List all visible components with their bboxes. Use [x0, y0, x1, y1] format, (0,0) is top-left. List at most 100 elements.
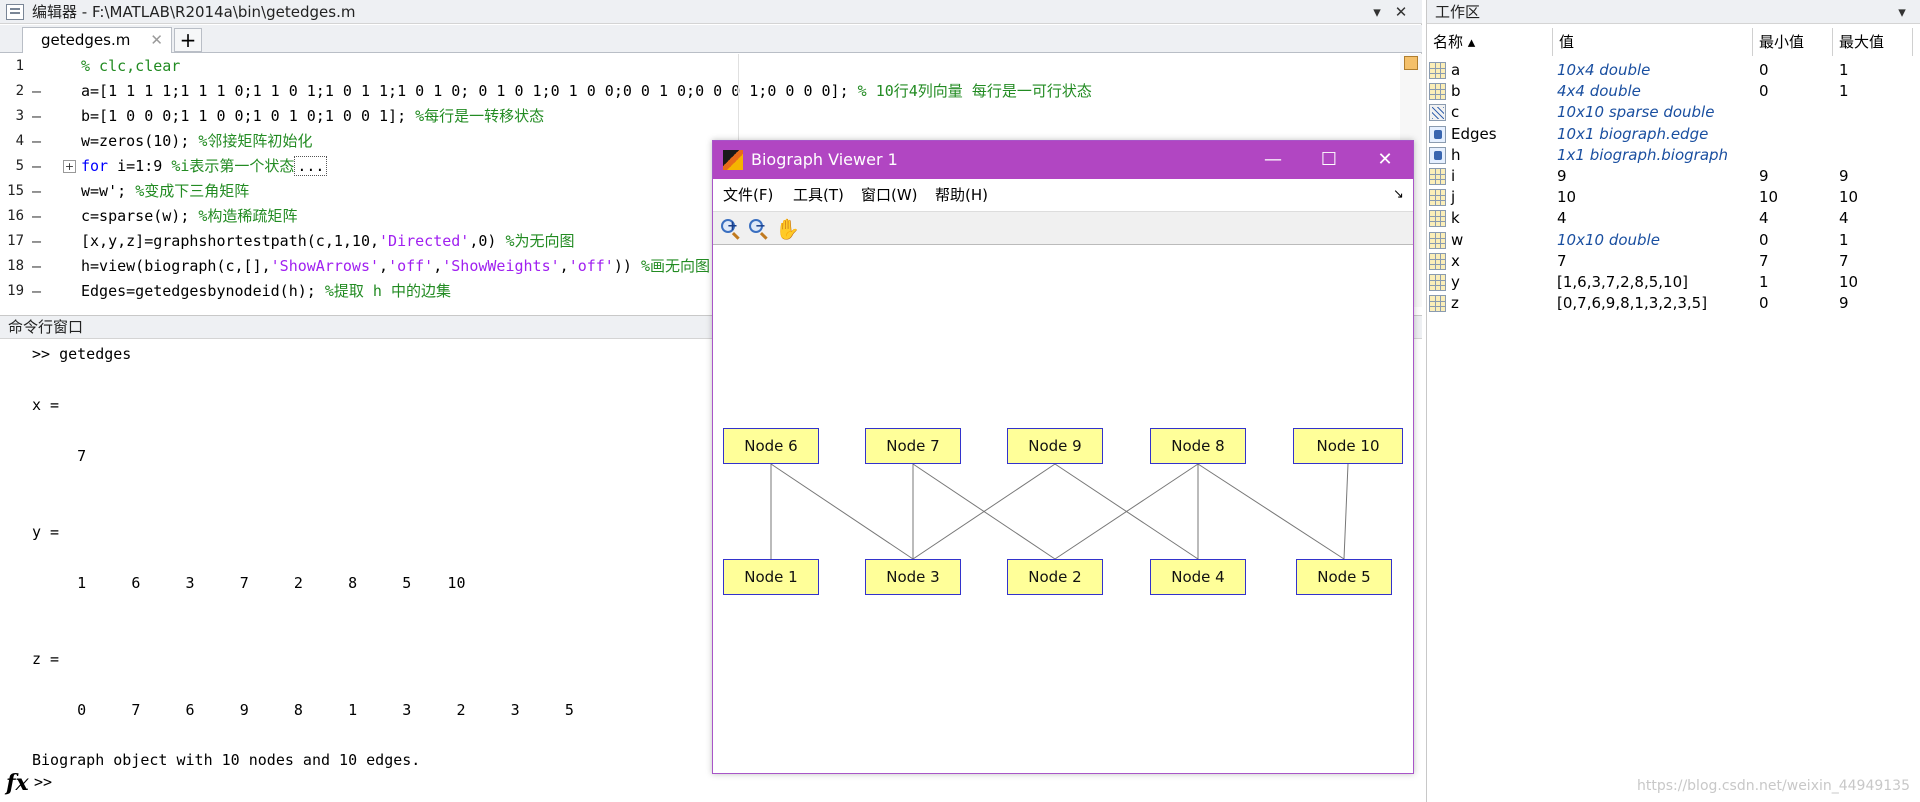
breakpoint-gutter[interactable]: –: [32, 104, 46, 129]
minimize-button[interactable]: —: [1245, 141, 1301, 179]
code-line[interactable]: 2– a=[1 1 1 1;1 1 1 0;1 1 0 1;1 0 1 1;1 0…: [0, 79, 1400, 104]
variable-value: 9: [1557, 167, 1567, 185]
graph-node-8[interactable]: Node 8: [1150, 428, 1246, 464]
variable-name: j: [1451, 188, 1456, 207]
col-header-name[interactable]: 名称 ▴: [1427, 28, 1553, 56]
code-string: 'Directed': [379, 232, 470, 250]
graph-node-3[interactable]: Node 3: [865, 559, 961, 595]
variable-min: 0: [1759, 82, 1769, 101]
tab-close-icon[interactable]: ✕: [150, 28, 163, 52]
workspace-row[interactable]: x 7 7 7: [1427, 251, 1920, 272]
graph-node-7[interactable]: Node 7: [865, 428, 961, 464]
code-comment: %提取 h 中的边集: [324, 282, 451, 300]
breakpoint-gutter[interactable]: –: [32, 204, 46, 229]
fx-icon[interactable]: fx: [6, 770, 29, 796]
breakpoint-gutter[interactable]: –: [32, 229, 46, 254]
workspace-row[interactable]: a 10x4 double 0 1: [1427, 60, 1920, 81]
code-text: h=view(biograph(c,[],'ShowArrows','off',…: [81, 254, 710, 279]
variable-value: 7: [1557, 251, 1567, 270]
workspace-row[interactable]: Edges 10x1 biograph.edge: [1427, 124, 1920, 145]
close-button[interactable]: ✕: [1357, 141, 1413, 179]
code-comment: % clc,clear: [81, 57, 181, 75]
code-token: Edges=getedgesbynodeid(h);: [81, 282, 325, 300]
variable-max: 10: [1839, 188, 1859, 207]
graph-edge-3-6[interactable]: [770, 463, 914, 560]
workspace-row[interactable]: i 9 9 9: [1427, 166, 1920, 187]
menu-help[interactable]: 帮助(H): [935, 179, 988, 211]
graph-node-5[interactable]: Node 5: [1296, 559, 1392, 595]
matrix-variable-icon: [1429, 189, 1446, 207]
breakpoint-gutter[interactable]: –: [32, 79, 46, 104]
breakpoint-gutter[interactable]: –: [32, 129, 46, 154]
biograph-titlebar[interactable]: Biograph Viewer 1 — ☐ ✕: [713, 141, 1413, 179]
zoom-in-icon[interactable]: +: [719, 218, 741, 240]
code-token: c=sparse(w);: [81, 207, 199, 225]
workspace-row[interactable]: c 10x10 sparse double: [1427, 102, 1920, 123]
graph-canvas[interactable]: Node 6 Node 7 Node 9 Node 8 Node 10 Node 1 Nod…: [713, 246, 1413, 773]
variable-min: 4: [1759, 209, 1769, 228]
matrix-variable-icon: [1429, 295, 1446, 313]
workspace-row[interactable]: y [1,6,3,7,2,8,5,10] 1 10: [1427, 272, 1920, 293]
graph-edge-5-10[interactable]: [1343, 463, 1349, 560]
menu-window[interactable]: 窗口(W): [861, 179, 918, 211]
code-token: w=zeros(10);: [81, 132, 199, 150]
code-fold-expand-icon[interactable]: +: [63, 160, 76, 173]
workspace-row[interactable]: b 4x4 double 0 1: [1427, 81, 1920, 102]
graph-node-10[interactable]: Node 10: [1293, 428, 1403, 464]
breakpoint-gutter[interactable]: –: [32, 179, 46, 204]
matrix-variable-icon: [1429, 83, 1446, 101]
graph-node-2[interactable]: Node 2: [1007, 559, 1103, 595]
command-window-title: 命令行窗口: [8, 318, 84, 336]
variable-value: 10x10 double: [1557, 230, 1660, 249]
variable-name: y: [1451, 273, 1460, 291]
variable-max: 1: [1839, 230, 1849, 249]
editor-menu-button[interactable]: ▾: [1368, 3, 1386, 21]
workspace-row[interactable]: j 10 10 10: [1427, 187, 1920, 208]
zoom-out-icon[interactable]: −: [747, 218, 769, 240]
graph-node-1[interactable]: Node 1: [723, 559, 819, 595]
menu-file[interactable]: 文件(F): [723, 179, 773, 211]
pan-hand-icon[interactable]: ✋: [775, 218, 800, 240]
code-text: c=sparse(w); %构造稀疏矩阵: [81, 204, 297, 229]
graph-node-4[interactable]: Node 4: [1150, 559, 1246, 595]
graph-node-9[interactable]: Node 9: [1007, 428, 1103, 464]
workspace-row[interactable]: z [0,7,6,9,8,1,3,2,3,5] 0 9: [1427, 293, 1920, 314]
col-header-min[interactable]: 最小值: [1753, 28, 1833, 56]
line-number: 1: [15, 58, 24, 74]
maximize-button[interactable]: ☐: [1301, 141, 1357, 179]
editor-close-button[interactable]: ✕: [1392, 3, 1410, 21]
line-number: 2: [15, 83, 24, 99]
breakpoint-gutter[interactable]: –: [32, 254, 46, 279]
code-line[interactable]: 3– b=[1 0 0 0;1 1 0 0;1 0 1 0;1 0 0 1]; %…: [0, 104, 1400, 129]
command-prompt[interactable]: >>: [34, 773, 52, 791]
graph-edge-5-8[interactable]: [1197, 463, 1345, 560]
workspace-row[interactable]: w 10x10 double 0 1: [1427, 230, 1920, 251]
variable-value: [1,6,3,7,2,8,5,10]: [1557, 273, 1688, 291]
variable-value: 10x1 biograph.edge: [1557, 124, 1709, 143]
code-string: 'off': [388, 257, 434, 275]
code-comment: %每行是一转移状态: [415, 107, 545, 125]
biograph-viewer-window: Biograph Viewer 1 — ☐ ✕ 文件(F) 工具(T) 窗口(W…: [712, 140, 1414, 774]
variable-max: 4: [1839, 209, 1849, 228]
col-header-value[interactable]: 值: [1553, 28, 1753, 56]
folded-code-ellipsis: ...: [294, 156, 328, 176]
col-header-max[interactable]: 最大值: [1833, 28, 1913, 56]
menu-tools[interactable]: 工具(T): [793, 179, 844, 211]
code-line[interactable]: 1 % clc,clear: [0, 54, 1400, 79]
code-analyzer-indicator[interactable]: [1404, 56, 1418, 70]
graph-node-6[interactable]: Node 6: [723, 428, 819, 464]
graph-edges: [770, 463, 1349, 560]
matrix-variable-icon: [1429, 62, 1446, 79]
variable-min: 1: [1759, 273, 1769, 291]
breakpoint-gutter[interactable]: –: [32, 154, 46, 179]
workspace-row[interactable]: k 4 4 4: [1427, 208, 1920, 229]
workspace-row[interactable]: h 1x1 biograph.biograph: [1427, 145, 1920, 166]
code-string: 'ShowWeights': [442, 257, 560, 275]
code-text: w=w'; %变成下三角矩阵: [81, 179, 249, 204]
menu-dock-arrow-icon[interactable]: ↘: [1393, 179, 1404, 211]
line-number: 19: [7, 283, 24, 299]
breakpoint-gutter[interactable]: –: [32, 279, 46, 304]
tab-getedges[interactable]: getedges.m ✕: [22, 27, 172, 53]
new-tab-button[interactable]: +: [174, 28, 202, 52]
workspace-menu-button[interactable]: ▾: [1893, 3, 1911, 21]
